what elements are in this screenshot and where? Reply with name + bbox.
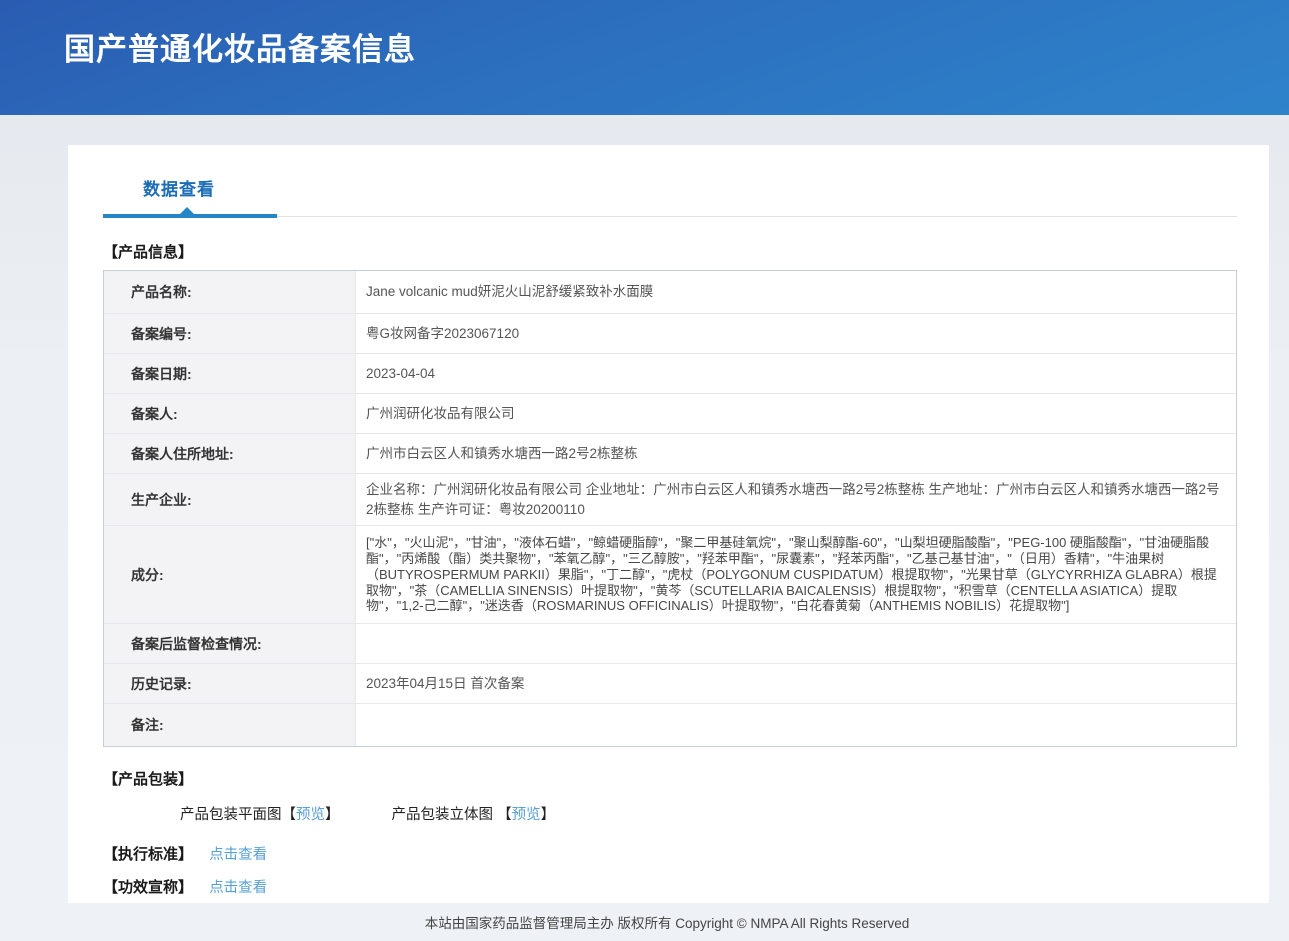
packaging-flat-group: 产品包装平面图【预览】: [180, 803, 340, 824]
section-title-efficacy-claim: 【功效宣称】: [103, 879, 193, 896]
row-label: 产品名称:: [104, 271, 356, 313]
copyright-text: 本站由国家药品监督管理局主办 版权所有 Copyright © NMPA All…: [425, 912, 910, 932]
tab-data-view[interactable]: 数据查看: [103, 175, 215, 200]
table-row-registrant: 备案人: 广州润研化妆品有限公司: [104, 394, 1236, 434]
table-row-history: 历史记录: 2023年04月15日 首次备案: [104, 664, 1236, 704]
execution-standard-view-link[interactable]: 点击查看: [209, 847, 267, 863]
packaging-previews-row: 产品包装平面图【预览】 产品包装立体图 【预览】: [180, 803, 1237, 824]
table-row-remarks: 备注:: [104, 704, 1236, 746]
row-label: 备案人住所地址:: [104, 434, 356, 473]
product-info-table: 产品名称: Jane volcanic mud妍泥火山泥舒缓紧致补水面膜 备案编…: [103, 270, 1237, 747]
row-value: 企业名称：广州润研化妆品有限公司 企业地址：广州市白云区人和镇秀水塘西一路2号2…: [356, 474, 1236, 525]
row-label: 备案日期:: [104, 354, 356, 393]
row-label: 备案后监督检查情况:: [104, 624, 356, 663]
row-value: 粤G妆网备字2023067120: [356, 318, 1236, 350]
packaging-stereo-label: 产品包装立体图: [392, 807, 494, 823]
page-footer: 本站由国家药品监督管理局主办 版权所有 Copyright © NMPA All…: [0, 903, 1289, 941]
packaging-flat-label: 产品包装平面图: [180, 807, 282, 823]
preview-link-flat[interactable]: 预览: [296, 807, 325, 823]
table-row-manufacturer: 生产企业: 企业名称：广州润研化妆品有限公司 企业地址：广州市白云区人和镇秀水塘…: [104, 474, 1236, 526]
section-title-product-packaging: 【产品包装】: [103, 768, 1237, 789]
packaging-stereo-group: 产品包装立体图 【预览】: [392, 803, 556, 824]
row-label: 备注:: [104, 704, 356, 746]
tab-active-underline: [103, 214, 277, 218]
tab-bar: 数据查看: [103, 175, 1237, 217]
efficacy-claim-view-link[interactable]: 点击查看: [209, 880, 267, 896]
bracket-open: 【: [497, 807, 512, 823]
table-row-ingredients: 成分: ["水"，"火山泥"，"甘油"，"液体石蜡"，"鲸蜡硬脂醇"，"聚二甲基…: [104, 526, 1236, 624]
table-row-registration-number: 备案编号: 粤G妆网备字2023067120: [104, 314, 1236, 354]
row-value: 2023年04月15日 首次备案: [356, 668, 1236, 700]
table-row-supervision-check: 备案后监督检查情况:: [104, 624, 1236, 664]
row-value: [356, 638, 1236, 650]
table-row-registration-date: 备案日期: 2023-04-04: [104, 354, 1236, 394]
page-title: 国产普通化妆品备案信息: [64, 24, 416, 69]
row-value: Jane volcanic mud妍泥火山泥舒缓紧致补水面膜: [356, 276, 1236, 308]
tab-active-arrow-icon: [179, 207, 195, 215]
row-value: 广州市白云区人和镇秀水塘西一路2号2栋整栋: [356, 438, 1236, 470]
row-value: 2023-04-04: [356, 358, 1236, 390]
row-value: [356, 719, 1236, 731]
preview-link-stereo[interactable]: 预览: [512, 807, 541, 823]
row-label: 成分:: [104, 526, 356, 623]
row-label: 备案人:: [104, 394, 356, 433]
execution-standard-row: 【执行标准】 点击查看: [103, 843, 1237, 864]
section-title-product-info: 【产品信息】: [103, 241, 1237, 262]
bracket-close: 】: [541, 807, 556, 823]
table-row-product-name: 产品名称: Jane volcanic mud妍泥火山泥舒缓紧致补水面膜: [104, 271, 1236, 314]
row-label: 生产企业:: [104, 474, 356, 525]
tab-data-view-label: 数据查看: [143, 180, 215, 199]
content-card: 数据查看 【产品信息】 产品名称: Jane volcanic mud妍泥火山泥…: [68, 145, 1269, 903]
row-value: 广州润研化妆品有限公司: [356, 398, 1236, 430]
table-row-registrant-address: 备案人住所地址: 广州市白云区人和镇秀水塘西一路2号2栋整栋: [104, 434, 1236, 474]
efficacy-claim-row: 【功效宣称】 点击查看: [103, 876, 1237, 897]
row-label: 历史记录:: [104, 664, 356, 703]
bracket-open: 【: [282, 807, 297, 823]
page-header-banner: 国产普通化妆品备案信息: [0, 0, 1289, 115]
row-value: ["水"，"火山泥"，"甘油"，"液体石蜡"，"鲸蜡硬脂醇"，"聚二甲基硅氧烷"…: [356, 531, 1236, 618]
section-title-execution-standard: 【执行标准】: [103, 846, 193, 863]
row-label: 备案编号:: [104, 314, 356, 353]
bracket-close: 】: [325, 807, 340, 823]
